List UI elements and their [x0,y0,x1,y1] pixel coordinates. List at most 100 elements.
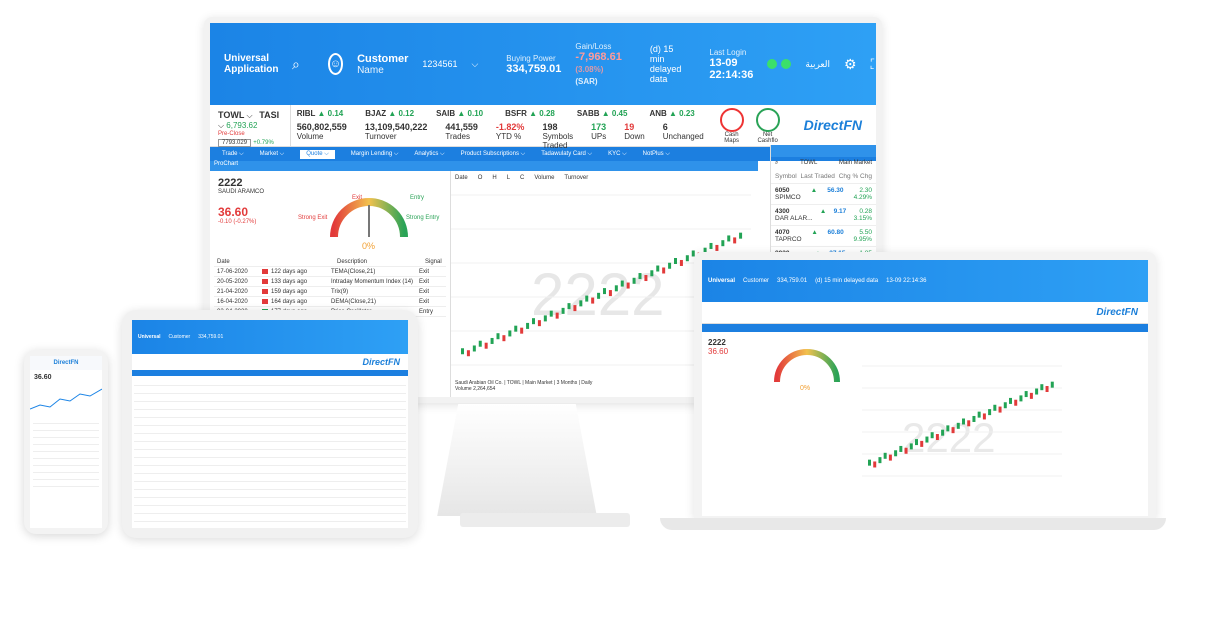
candle [644,275,648,282]
watchlist-row[interactable]: 6050 SPIMCO ▲ 56.30 2.30 4.29% [771,184,876,205]
candle [461,348,464,355]
list-item[interactable] [33,466,99,473]
chart-toolbar: Date O H L C Volume Turnover [451,171,758,185]
menu-item[interactable]: NotPlus ⌵ [643,151,670,158]
index-selector[interactable]: TASI [259,110,279,120]
candle [915,439,918,446]
list-item[interactable] [33,445,99,452]
chart-toolbar-item[interactable]: Volume [534,175,554,181]
signal-row[interactable]: 21-04-2020 159 days ago Trix(9) Exit [214,287,446,297]
directfn-logo: DirectFN [803,117,862,133]
menu-item[interactable]: KYC ⌵ [608,151,627,158]
candle [925,436,929,443]
menu-item[interactable]: Product Subscriptions ⌵ [461,151,526,158]
candle [883,452,887,459]
monitor-stand [437,404,597,516]
search-icon[interactable]: ⌕ [292,56,300,73]
menu-item[interactable]: Analytics ⌵ [414,151,444,158]
table-row[interactable] [134,490,406,498]
table-row[interactable] [134,506,406,514]
chart-toolbar-item[interactable]: C [520,175,524,181]
gain-loss: Gain/Loss -7,968.61 (3.08%) (SAR) [575,42,622,86]
laptop-device: Universal Customer 334,759.01 (d) 15 min… [694,252,1156,518]
list-item[interactable] [33,417,99,424]
table-row[interactable] [134,450,406,458]
candle [935,434,939,441]
table-row[interactable] [134,394,406,402]
search-icon[interactable]: ⌕ [775,160,778,167]
table-row[interactable] [134,442,406,450]
table-row[interactable] [134,482,406,490]
chart-toolbar-item[interactable]: Turnover [564,175,588,181]
chevron-down-icon[interactable]: ⌵ [471,59,478,70]
laptop-chart: 2222 [862,365,1062,477]
table-row[interactable] [134,498,406,506]
candle [715,244,719,251]
candle [888,454,892,461]
gear-icon[interactable]: ⚙ [844,56,857,73]
list-item[interactable] [33,431,99,438]
ticker-item[interactable]: BJAZ ▲ 0.12 [365,109,414,118]
customer-info[interactable]: Customer Name [357,53,408,76]
watchlist-row[interactable]: 4300 DAR ALAR... ▲ 9.17 0.28 3.15% [771,205,876,226]
list-item[interactable] [33,452,99,459]
candle [585,295,589,302]
candle [579,300,583,307]
ticker-item[interactable]: ANB ▲ 0.23 [649,109,694,118]
table-row[interactable] [134,418,406,426]
table-row[interactable] [134,402,406,410]
menu-item[interactable]: Trade ⌵ [222,151,244,158]
svg-text:0%: 0% [800,385,810,392]
table-row[interactable] [134,426,406,434]
candle [993,404,997,411]
candle [496,333,500,340]
ticker-item[interactable]: SAIB ▲ 0.10 [436,109,483,118]
expand-icon[interactable]: ⛶ [871,56,876,73]
svg-text:0%: 0% [362,241,375,251]
table-row[interactable] [134,466,406,474]
candle [946,425,950,432]
chart-toolbar-item[interactable]: L [507,175,510,181]
table-row[interactable] [134,410,406,418]
candle [549,310,553,317]
chart-toolbar-item[interactable]: H [492,175,496,181]
menu-item[interactable]: Quote ⌵ [300,149,335,159]
signal-row[interactable]: 16-04-2020 164 days ago DEMA(Close,21) Exit [214,297,446,307]
menu-item[interactable]: Tadawulaty Card ⌵ [541,151,592,158]
net-cashflow-widget[interactable]: Net Cashflo [755,107,780,144]
chart-toolbar-item[interactable]: O [478,175,483,181]
candle [520,327,524,334]
chart-toolbar-item[interactable]: Date [455,175,468,181]
user-avatar[interactable]: ☺ [327,53,344,75]
table-row[interactable] [134,386,406,394]
exchange-selector[interactable]: TOWL [218,110,244,120]
list-item[interactable] [33,473,99,480]
buying-power: Buying Power 334,759.01 [506,54,562,75]
candle [894,450,898,457]
candle [543,315,547,322]
ticker-item[interactable]: BSFR ▲ 0.28 [505,109,555,118]
cash-map-widget[interactable]: Cash Maps [719,107,744,144]
list-item[interactable] [33,438,99,445]
language-toggle[interactable]: العربية [805,59,830,70]
svg-text:Entry: Entry [410,195,424,201]
menu-item[interactable]: Market ⌵ [260,151,285,158]
table-row[interactable] [134,378,406,386]
tablet-grid [132,376,408,524]
menu-item[interactable]: Margin Lending ⌵ [351,151,399,158]
delayed-data-notice: (d) 15 min delayed data [649,44,682,84]
table-row[interactable] [134,434,406,442]
list-item[interactable] [33,459,99,466]
watchlist-row[interactable]: 4070 TAPRCO ▲ 60.80 5.50 9.95% [771,226,876,247]
list-item[interactable] [33,424,99,431]
ticker-item[interactable]: SABB ▲ 0.45 [577,109,628,118]
customer-id[interactable]: 1234561 [422,59,457,69]
list-item[interactable] [33,480,99,487]
candle [1040,384,1044,391]
signal-row[interactable]: 20-05-2020 133 days ago Intraday Momentum … [214,277,446,287]
ticker-item[interactable]: RIBL ▲ 0.14 [297,109,343,118]
signal-row[interactable]: 17-06-2020 122 days ago TEMA(Close,21) Exit [214,267,446,277]
table-row[interactable] [134,458,406,466]
table-row[interactable] [134,474,406,482]
table-row[interactable] [134,514,406,522]
